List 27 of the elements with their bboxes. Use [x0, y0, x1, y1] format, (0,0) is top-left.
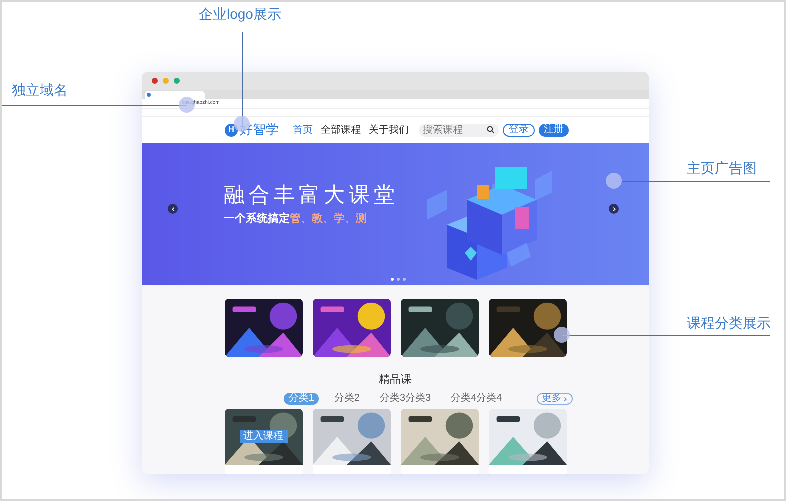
course-card[interactable]: 进入课程 [224, 409, 302, 474]
category-tab[interactable]: 分类1 [284, 393, 320, 405]
nav-link[interactable]: 首页 [293, 122, 313, 138]
banner-subtitle: 一个系统搞定管、教、学、测 [224, 214, 368, 225]
category-tab[interactable]: 分类3分类3 [374, 393, 436, 405]
annotation-label: 独立域名 [12, 81, 68, 100]
annotation-label: 企业logo展示 [199, 5, 282, 24]
logo-mark: H [225, 124, 238, 136]
nav-link[interactable]: 全部课程 [321, 122, 361, 138]
browser-tab[interactable] [145, 91, 205, 99]
category-tab[interactable]: 分类4分类4 [446, 393, 508, 405]
more-button[interactable]: 更多 [537, 393, 573, 405]
annotation-label: 课程分类展示 [687, 314, 771, 333]
nav-link[interactable]: 关于我们 [369, 122, 409, 138]
logo-text: 好智学 [240, 121, 279, 140]
enter-course-button[interactable]: 进入课程 [240, 430, 288, 443]
section-title: 精品课 [379, 375, 412, 386]
register-button[interactable]: 注册 [539, 124, 569, 136]
category-tab[interactable]: 分类2 [329, 393, 365, 405]
next-slide-icon[interactable] [609, 204, 619, 214]
chevron-right-icon [563, 396, 568, 402]
previous-slide-icon[interactable] [168, 204, 178, 214]
search-icon[interactable] [487, 126, 495, 134]
favicon-icon [147, 93, 151, 97]
annotation-label: 主页广告图 [687, 159, 757, 178]
banner-title: 融合丰富大课堂 [224, 185, 399, 206]
search-field[interactable]: 搜索课程 [419, 124, 499, 136]
